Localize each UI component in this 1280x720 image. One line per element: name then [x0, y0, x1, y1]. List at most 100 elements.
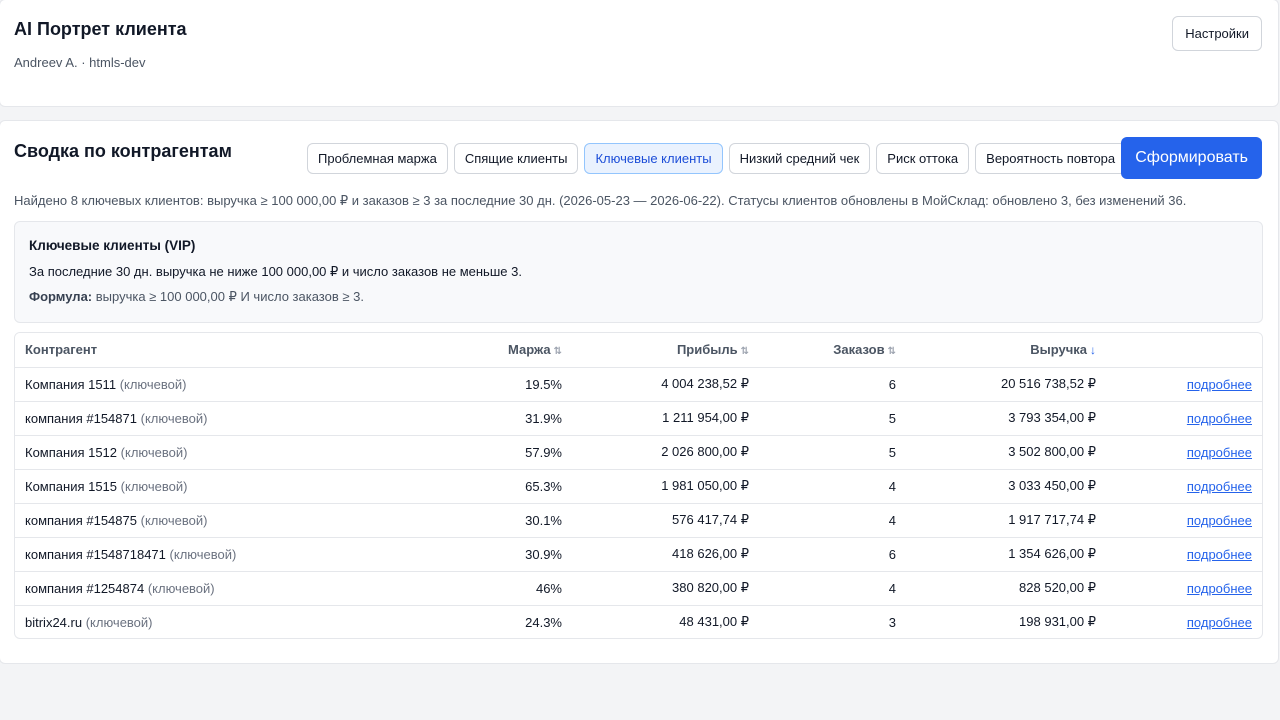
client-tag: (ключевой) — [140, 512, 208, 528]
contractor-name: Компания 1515 — [25, 478, 118, 494]
details-link[interactable]: подробнее — [1187, 411, 1252, 426]
cell-contractor: bitrix24.ru (ключевой) — [15, 605, 415, 638]
cell-actions: подробнее — [1096, 605, 1262, 638]
contractor-name: Компания 1511 — [25, 376, 117, 392]
summary-text: Найдено 8 ключевых клиентов: выручка ≥ 1… — [14, 193, 1187, 208]
details-link[interactable]: подробнее — [1187, 377, 1252, 392]
column-label: Маржа — [508, 342, 551, 358]
client-tag: (ключевой) — [85, 614, 153, 630]
tab-repeat-probability[interactable]: Вероятность повтора — [975, 143, 1127, 174]
table-row: Компания 1511 (ключевой) 19.5% 4 004 238… — [15, 367, 1262, 402]
formula-label: Формула: — [29, 289, 93, 304]
cell-contractor: компания #154871 (ключевой) — [15, 401, 415, 436]
client-tag: (ключевой) — [169, 546, 237, 562]
cell-revenue: 1 917 717,74 ₽ — [896, 503, 1096, 538]
details-link[interactable]: подробнее — [1187, 513, 1252, 528]
contractor-name: компания #154875 — [25, 512, 137, 528]
tab-low-avg-check[interactable]: Низкий средний чек — [728, 143, 871, 174]
column-label: Контрагент — [25, 342, 98, 358]
column-header-revenue[interactable]: Выручка ↓ — [896, 333, 1096, 368]
table-row: компания #1254874 (ключевой) 46% 380 820… — [15, 571, 1262, 606]
column-label: Прибыль — [676, 342, 738, 358]
details-link[interactable]: подробнее — [1187, 547, 1252, 562]
details-link[interactable]: подробнее — [1187, 445, 1252, 460]
cell-orders: 6 — [749, 537, 896, 572]
column-label: Выручка — [1030, 342, 1087, 358]
tab-churn-risk[interactable]: Риск оттока — [876, 143, 970, 174]
cell-actions: подробнее — [1096, 537, 1262, 572]
details-link[interactable]: подробнее — [1187, 581, 1252, 596]
cell-revenue: 198 931,00 ₽ — [1019, 614, 1096, 630]
app-title: AI Портрет клиента — [14, 19, 187, 39]
tab-problem-margin[interactable]: Проблемная маржа — [307, 143, 448, 174]
cell-contractor: компания #154875 (ключевой) — [15, 503, 415, 538]
section-title: Сводка по контрагентам — [14, 141, 232, 161]
table-row: компания #154871 (ключевой) 31.9% 1 211 … — [15, 401, 1262, 436]
table-row: bitrix24.ru (ключевой) 24.3% 48 431,00 ₽… — [15, 605, 1262, 638]
segment-info-description: За последние 30 дн. выручка не ниже 100 … — [29, 264, 522, 279]
cell-orders: 3 — [888, 614, 896, 630]
cell-margin: 46% — [415, 571, 562, 606]
cell-profit: 380 820,00 ₽ — [562, 571, 749, 606]
segment-info-title: Ключевые клиенты (VIP) — [29, 238, 196, 253]
cell-actions: подробнее — [1096, 503, 1262, 538]
cell-profit: 4 004 238,52 ₽ — [562, 367, 749, 402]
segment-formula: Формула: выручка ≥ 100 000,00 ₽ И число … — [29, 289, 364, 305]
cell-margin: 30.1% — [415, 503, 562, 538]
client-tag: (ключевой) — [120, 478, 188, 494]
contractor-name: Компания 1512 — [25, 444, 118, 460]
cell-margin: 24.3% — [525, 614, 562, 630]
summary-card: Сводка по контрагентам Проблемная маржа … — [0, 120, 1279, 664]
column-header-margin[interactable]: Маржа ⇅ — [415, 333, 562, 368]
table-row: компания #1548718471 (ключевой) 30.9% 41… — [15, 537, 1262, 572]
contractor-name: bitrix24.ru — [25, 614, 83, 630]
cell-contractor: Компания 1512 (ключевой) — [15, 435, 415, 470]
cell-actions: подробнее — [1096, 401, 1262, 436]
cell-orders: 4 — [749, 571, 896, 606]
cell-profit: 1 211 954,00 ₽ — [562, 401, 749, 436]
cell-profit: 2 026 800,00 ₽ — [562, 435, 749, 470]
segment-info-box: Ключевые клиенты (VIP) За последние 30 д… — [14, 221, 1263, 323]
cell-actions: подробнее — [1096, 571, 1262, 606]
cell-margin: 57.9% — [415, 435, 562, 470]
cell-contractor: компания #1254874 (ключевой) — [15, 571, 415, 606]
settings-button[interactable]: Настройки — [1172, 16, 1262, 51]
cell-margin: 65.3% — [415, 469, 562, 504]
generate-button[interactable]: Сформировать — [1121, 137, 1262, 179]
client-tag: (ключевой) — [140, 410, 208, 426]
column-header-orders[interactable]: Заказов ⇅ — [749, 333, 896, 368]
cell-revenue: 1 354 626,00 ₽ — [896, 537, 1096, 572]
app-subtitle: Andreev A. · htmls-dev — [14, 55, 146, 70]
cell-revenue: 20 516 738,52 ₽ — [896, 367, 1096, 402]
cell-orders: 5 — [749, 401, 896, 436]
cell-margin: 30.9% — [415, 537, 562, 572]
column-header-contractor[interactable]: Контрагент — [15, 333, 415, 368]
cell-revenue: 3 033 450,00 ₽ — [896, 469, 1096, 504]
header-card: AI Портрет клиента Andreev A. · htmls-de… — [0, 0, 1279, 107]
cell-revenue: 3 793 354,00 ₽ — [896, 401, 1096, 436]
details-link[interactable]: подробнее — [1187, 479, 1252, 494]
details-link[interactable]: подробнее — [1187, 615, 1252, 630]
cell-profit: 576 417,74 ₽ — [562, 503, 749, 538]
tab-key-clients[interactable]: Ключевые клиенты — [584, 143, 723, 174]
clients-table: Контрагент Маржа ⇅ Прибыль ⇅ Заказов ⇅ Выру… — [14, 332, 1263, 639]
tab-sleeping-clients[interactable]: Спящие клиенты — [453, 143, 579, 174]
table-row: Компания 1512 (ключевой) 57.9% 2 026 800… — [15, 435, 1262, 470]
cell-orders: 6 — [749, 367, 896, 402]
cell-orders: 4 — [749, 503, 896, 538]
column-header-profit[interactable]: Прибыль ⇅ — [562, 333, 749, 368]
sort-icon: ⇅ — [887, 346, 896, 358]
cell-profit: 48 431,00 ₽ — [679, 614, 749, 630]
cell-revenue: 828 520,00 ₽ — [896, 571, 1096, 606]
client-tag: (ключевой) — [119, 376, 187, 392]
column-label: Заказов — [833, 342, 885, 358]
cell-contractor: Компания 1515 (ключевой) — [15, 469, 415, 504]
cell-actions: подробнее — [1096, 367, 1262, 402]
table-row: Компания 1515 (ключевой) 65.3% 1 981 050… — [15, 469, 1262, 504]
cell-margin: 19.5% — [415, 367, 562, 402]
contractor-name: компания #154871 — [25, 410, 137, 426]
client-tag: (ключевой) — [120, 444, 188, 460]
column-header-actions — [1096, 333, 1262, 368]
contractor-name: компания #1548718471 — [25, 546, 166, 562]
cell-contractor: Компания 1511 (ключевой) — [15, 367, 415, 402]
